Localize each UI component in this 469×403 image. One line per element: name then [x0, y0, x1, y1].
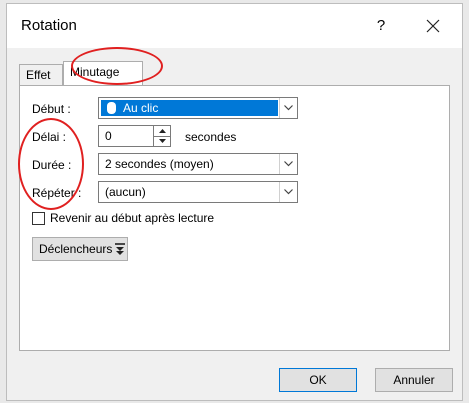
- help-button[interactable]: ?: [369, 14, 393, 38]
- delai-input[interactable]: 0: [98, 125, 171, 147]
- delai-label: Délai :: [32, 130, 67, 144]
- ok-button[interactable]: OK: [279, 368, 357, 392]
- duree-label: Durée :: [32, 158, 72, 172]
- delai-stepper[interactable]: [153, 126, 170, 146]
- repeter-value: (aucun): [105, 185, 146, 199]
- close-button[interactable]: [419, 12, 447, 40]
- chevron-down-icon[interactable]: [279, 182, 297, 202]
- repeter-label: Répéter :: [32, 186, 82, 200]
- rewind-checkbox[interactable]: [32, 212, 45, 225]
- title-bar: Rotation ?: [7, 4, 462, 48]
- debut-select[interactable]: Au clic: [98, 97, 298, 119]
- debut-label: Début :: [32, 102, 71, 116]
- duree-select[interactable]: 2 secondes (moyen): [98, 153, 298, 175]
- tab-effet[interactable]: Effet: [19, 64, 63, 85]
- triggers-label: Déclencheurs: [39, 242, 113, 256]
- repeter-select[interactable]: (aucun): [98, 181, 298, 203]
- triggers-button[interactable]: Déclencheurs: [32, 237, 128, 261]
- delai-unit: secondes: [185, 130, 237, 144]
- close-icon: [426, 19, 440, 33]
- window-title: Rotation: [21, 17, 77, 34]
- duree-value: 2 secondes (moyen): [105, 157, 214, 171]
- rotation-dialog: Rotation ? Effet Minutage Début : Au cli…: [6, 3, 463, 401]
- tab-minutage[interactable]: Minutage: [63, 61, 143, 85]
- rewind-label[interactable]: Revenir au début après lecture: [50, 211, 214, 225]
- minutage-panel: Début : Au clic Délai : 0 secondes Durée…: [19, 85, 450, 351]
- mouse-icon: [107, 102, 116, 114]
- spin-down-icon[interactable]: [154, 136, 170, 146]
- delai-value: 0: [105, 129, 112, 143]
- chevron-down-icon[interactable]: [279, 98, 297, 118]
- chevron-down-icon[interactable]: [279, 154, 297, 174]
- debut-value: Au clic: [123, 101, 159, 115]
- triggers-icon: [115, 243, 125, 258]
- cancel-button[interactable]: Annuler: [375, 368, 453, 392]
